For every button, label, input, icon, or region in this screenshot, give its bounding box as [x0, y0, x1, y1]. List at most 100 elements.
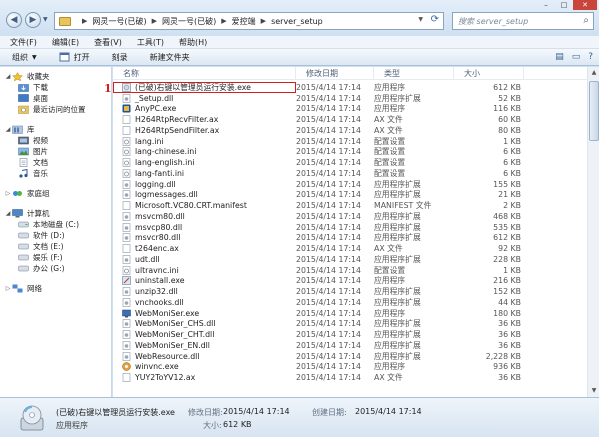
view-options-icon[interactable]: ▤ [555, 52, 564, 62]
expand-arrow-icon[interactable]: ◢ [4, 73, 12, 80]
expand-arrow-icon[interactable]: ◢ [4, 210, 12, 217]
file-name-cell[interactable]: WebMoniSer_CHT.dll [113, 330, 296, 339]
file-name-cell[interactable]: udt.dll [113, 255, 296, 264]
file-row[interactable]: WebMoniSer_EN.dll 2015/4/14 17:14 应用程序扩展 36… [113, 340, 599, 351]
scroll-thumb[interactable] [589, 81, 599, 141]
file-name-cell[interactable]: lang.ini [113, 137, 296, 146]
file-row[interactable]: msvcp80.dll 2015/4/14 17:14 应用程序扩展 535 KB [113, 222, 599, 233]
file-name-cell[interactable]: logging.dll [113, 180, 296, 189]
menu-edit[interactable]: 编辑(E) [52, 37, 79, 48]
file-name-cell[interactable]: (已破)右键以管理员运行安装.exe [113, 81, 296, 93]
file-row[interactable]: YUY2ToYV12.ax 2015/4/14 17:14 AX 文件 36 KB [113, 372, 599, 383]
file-name-cell[interactable]: Microsoft.VC80.CRT.manifest [113, 201, 296, 210]
file-row-selected[interactable]: (已破)右键以管理员运行安装.exe 2015/4/14 17:14 应用程序 612… [113, 81, 599, 93]
nav-library[interactable]: ◢ 库 [0, 124, 111, 135]
file-row[interactable]: lang.ini 2015/4/14 17:14 配置设置 1 KB [113, 136, 599, 147]
file-row[interactable]: lang-chinese.ini 2015/4/14 17:14 配置设置 6 KB [113, 147, 599, 158]
nav-documents[interactable]: 文档 [0, 157, 111, 168]
file-name-cell[interactable]: lang-fanti.ini [113, 169, 296, 178]
menu-help[interactable]: 帮助(H) [179, 37, 207, 48]
file-name-cell[interactable]: lang-chinese.ini [113, 147, 296, 156]
organize-button[interactable]: 组织 ▼ [12, 52, 37, 63]
file-name-cell[interactable]: ultravnc.ini [113, 266, 296, 275]
nav-downloads[interactable]: 下载 [0, 82, 111, 93]
file-row[interactable]: vnchooks.dll 2015/4/14 17:14 应用程序扩展 44 KB [113, 297, 599, 308]
file-name-cell[interactable]: msvcp80.dll [113, 223, 296, 232]
file-row[interactable]: H264RtpRecvFilter.ax 2015/4/14 17:14 AX 文件… [113, 114, 599, 125]
address-dropdown-icon[interactable]: ▼ [418, 16, 423, 23]
nav-homegroup[interactable]: ▷ 家庭组 [0, 188, 111, 199]
file-row[interactable]: lang-fanti.ini 2015/4/14 17:14 配置设置 6 KB [113, 168, 599, 179]
menu-tools[interactable]: 工具(T) [137, 37, 164, 48]
file-name-cell[interactable]: unzip32.dll [113, 287, 296, 296]
nav-drive-f[interactable]: 娱乐 (F:) [0, 252, 111, 263]
file-name-cell[interactable]: winvnc.exe [113, 362, 296, 371]
file-name-cell[interactable]: vnchooks.dll [113, 298, 296, 307]
expand-arrow-icon[interactable]: ◢ [4, 126, 12, 133]
burn-button[interactable]: 刻录 [112, 52, 128, 63]
nav-videos[interactable]: 视频 [0, 135, 111, 146]
scroll-down-icon[interactable]: ▼ [588, 385, 599, 397]
expand-arrow-icon[interactable]: ▷ [4, 285, 12, 292]
file-row[interactable]: WebResource.dll 2015/4/14 17:14 应用程序扩展 2,22… [113, 351, 599, 362]
nav-pictures[interactable]: 图片 [0, 146, 111, 157]
file-name-cell[interactable]: H264RtpSendFilter.ax [113, 126, 296, 135]
nav-drive-g[interactable]: 办公 (G:) [0, 263, 111, 274]
file-row[interactable]: WebMoniSer_CHT.dll 2015/4/14 17:14 应用程序扩展 3… [113, 329, 599, 340]
vertical-scrollbar[interactable]: ▲ ▼ [587, 67, 599, 397]
nav-recent-places[interactable]: 最近访问的位置 [0, 104, 111, 115]
file-row[interactable]: udt.dll 2015/4/14 17:14 应用程序扩展 228 KB [113, 254, 599, 265]
file-row[interactable]: logmessages.dll 2015/4/14 17:14 应用程序扩展 21 K… [113, 190, 599, 201]
file-name-cell[interactable]: msvcr80.dll [113, 233, 296, 242]
expand-arrow-icon[interactable]: ▷ [4, 190, 12, 197]
forward-button[interactable]: ▶ [25, 12, 41, 28]
file-name-cell[interactable]: H264RtpRecvFilter.ax [113, 115, 296, 124]
search-icon[interactable]: ⌕ [583, 15, 589, 26]
open-button[interactable]: 打开 [59, 52, 90, 63]
menu-file[interactable]: 文件(F) [10, 37, 37, 48]
nav-favorites[interactable]: ◢ 收藏夹 [0, 71, 111, 82]
file-row[interactable]: msvcm80.dll 2015/4/14 17:14 应用程序扩展 468 KB [113, 211, 599, 222]
nav-music[interactable]: 音乐 [0, 168, 111, 179]
file-row[interactable]: msvcr80.dll 2015/4/14 17:14 应用程序扩展 612 KB [113, 233, 599, 244]
file-name-cell[interactable]: WebMoniSer.exe [113, 309, 296, 318]
nav-network[interactable]: ▷ 网络 [0, 283, 111, 294]
refresh-icon[interactable]: ⟳ [431, 14, 439, 25]
breadcrumb-item[interactable]: server_setup [271, 17, 323, 26]
maximize-button[interactable]: □ [555, 0, 573, 10]
file-name-cell[interactable]: AnyPC.exe [113, 104, 296, 113]
breadcrumb-item[interactable]: 网灵一号(已破) [162, 16, 216, 27]
nav-drive-c[interactable]: 本地磁盘 (C:) [0, 219, 111, 230]
recent-pages-dropdown[interactable]: ▼ [43, 15, 51, 25]
file-row[interactable]: ultravnc.ini 2015/4/14 17:14 配置设置 1 KB [113, 265, 599, 276]
file-name-cell[interactable]: msvcm80.dll [113, 212, 296, 221]
file-row[interactable]: Microsoft.VC80.CRT.manifest 2015/4/14 17:… [113, 200, 599, 211]
search-box[interactable]: 搜索 server_setup ⌕ [452, 12, 594, 30]
file-row[interactable]: unzip32.dll 2015/4/14 17:14 应用程序扩展 152 KB [113, 286, 599, 297]
nav-computer[interactable]: ◢ 计算机 [0, 208, 111, 219]
file-name-cell[interactable]: lang-english.ini [113, 158, 296, 167]
back-button[interactable]: ◀ [6, 12, 22, 28]
new-folder-button[interactable]: 新建文件夹 [150, 52, 190, 63]
file-name-cell[interactable]: WebMoniSer_EN.dll [113, 341, 296, 350]
file-row[interactable]: logging.dll 2015/4/14 17:14 应用程序扩展 155 KB [113, 179, 599, 190]
file-name-cell[interactable]: WebResource.dll [113, 352, 296, 361]
breadcrumb-item[interactable]: 爱控端 [232, 16, 256, 27]
file-row[interactable]: uninstall.exe 2015/4/14 17:14 应用程序 216 KB [113, 276, 599, 287]
scroll-up-icon[interactable]: ▲ [588, 67, 599, 79]
minimize-button[interactable]: – [537, 0, 555, 10]
help-icon[interactable]: ? [588, 52, 593, 62]
file-name-cell[interactable]: YUY2ToYV12.ax [113, 373, 296, 382]
file-name-cell[interactable]: logmessages.dll [113, 190, 296, 199]
address-bar[interactable]: ▶ 网灵一号(已破) ▶ 网灵一号(已破) ▶ 爱控端 ▶ server_set… [54, 12, 444, 30]
preview-pane-icon[interactable]: ▭ [572, 52, 581, 62]
menu-view[interactable]: 查看(V) [94, 37, 122, 48]
file-row[interactable]: WebMoniSer.exe 2015/4/14 17:14 应用程序 180 KB [113, 308, 599, 319]
file-row[interactable]: lang-english.ini 2015/4/14 17:14 配置设置 6 KB [113, 157, 599, 168]
close-button[interactable]: ✕ [573, 0, 597, 10]
file-row[interactable]: t264enc.ax 2015/4/14 17:14 AX 文件 92 KB [113, 243, 599, 254]
file-row[interactable]: H264RtpSendFilter.ax 2015/4/14 17:14 AX 文件… [113, 125, 599, 136]
file-row[interactable]: WebMoniSer_CHS.dll 2015/4/14 17:14 应用程序扩展 3… [113, 319, 599, 330]
file-row[interactable]: _Setup.dll 2015/4/14 17:14 应用程序扩展 52 KB [113, 93, 599, 104]
column-size[interactable]: 大小 [454, 67, 524, 79]
